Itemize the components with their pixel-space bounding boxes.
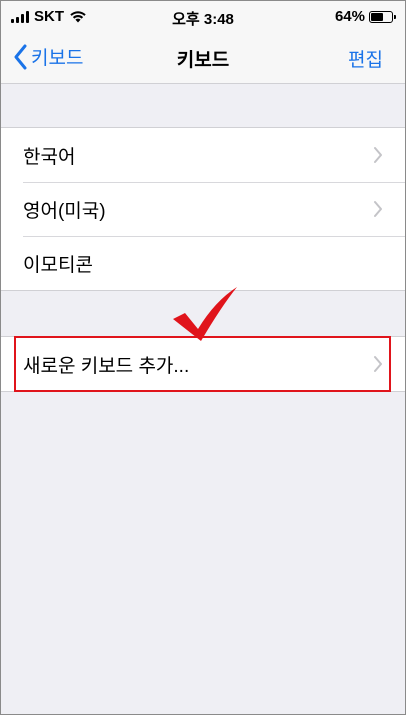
add-new-keyboard-label: 새로운 키보드 추가... <box>23 355 190 377</box>
keyboard-row-label: 영어(미국) <box>23 200 106 222</box>
keyboard-row-label: 한국어 <box>23 146 76 168</box>
keyboard-row-english-us[interactable]: 영어(미국) <box>1 182 405 236</box>
battery-icon <box>369 10 396 23</box>
battery-percent: 64% <box>334 8 365 25</box>
keyboard-row-emoji[interactable]: 이모티콘 <box>1 236 405 290</box>
status-right: 64% <box>334 8 396 25</box>
navigation-bar: 키보드 키보드 편집 <box>1 33 405 84</box>
add-new-keyboard-row[interactable]: 새로운 키보드 추가... <box>1 337 405 391</box>
page-title: 키보드 <box>176 50 230 71</box>
chevron-right-icon <box>374 356 382 372</box>
chevron-right-icon <box>374 147 382 163</box>
keyboard-list: 한국어 영어(미국) 이모티콘 <box>1 127 405 291</box>
checkmark-icon <box>173 287 237 341</box>
edit-button[interactable]: 편집 <box>348 45 383 72</box>
status-bar: SKT 오후 3:48 64% <box>1 1 405 33</box>
chevron-right-icon <box>374 201 382 217</box>
keyboard-row-korean[interactable]: 한국어 <box>1 128 405 182</box>
phone-frame: SKT 오후 3:48 64% 키보드 키보드 편집 한국어 영어(미국) 이모… <box>0 0 406 715</box>
keyboard-row-label: 이모티콘 <box>23 254 93 276</box>
